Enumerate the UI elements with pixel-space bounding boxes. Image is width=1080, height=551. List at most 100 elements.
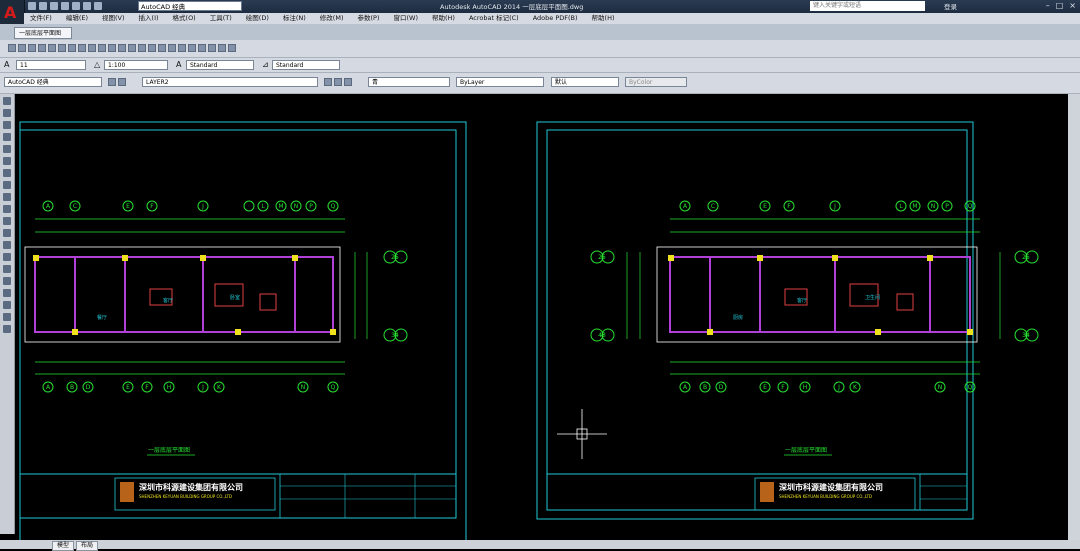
zoom-icon[interactable]	[138, 44, 146, 52]
plotstyle-combo[interactable]: ByColor	[625, 77, 687, 87]
menu-insert[interactable]: 插入(I)	[139, 13, 159, 24]
save-icon[interactable]	[50, 2, 58, 10]
workspace-dropdown[interactable]: AutoCAD 经典	[138, 1, 242, 11]
new-icon[interactable]	[28, 2, 36, 10]
left-sheet: A C E F J L M N P Q 客厅 餐厅 卧室 25 34 A B D…	[19, 121, 467, 543]
tab-drawing[interactable]: 一层底层平面图	[14, 27, 72, 39]
plan-outline	[24, 246, 341, 343]
new-icon[interactable]	[8, 44, 16, 52]
menu-help-2[interactable]: 帮助(H)	[592, 13, 615, 24]
paste-icon[interactable]	[88, 44, 96, 52]
region-icon[interactable]	[3, 289, 11, 297]
menu-draw[interactable]: 绘图(D)	[246, 13, 269, 24]
copy-icon[interactable]	[78, 44, 86, 52]
point-icon[interactable]	[3, 253, 11, 261]
tab-model[interactable]: 模型	[52, 541, 75, 551]
layer-state-icon[interactable]	[118, 78, 126, 86]
vertical-scrollbar[interactable]	[1068, 94, 1080, 540]
search-input[interactable]: 键入关键字或短语	[810, 1, 925, 11]
dim-style-combo[interactable]: Standard	[272, 60, 340, 70]
design-center-icon[interactable]	[178, 44, 186, 52]
layer-tool-icons	[108, 78, 126, 86]
menu-parametric[interactable]: 参数(P)	[357, 13, 379, 24]
open-icon[interactable]	[39, 2, 47, 10]
markup-icon[interactable]	[208, 44, 216, 52]
add-selected-icon[interactable]	[3, 325, 11, 333]
workspace-combo[interactable]: AutoCAD 经典	[4, 77, 102, 87]
menu-acrobat[interactable]: Acrobat 标记(C)	[469, 13, 519, 24]
text-style-combo[interactable]: Standard	[186, 60, 254, 70]
menu-tools[interactable]: 工具(T)	[210, 13, 232, 24]
left-room-labels: 客厅 餐厅 卧室	[97, 294, 240, 321]
menu-help[interactable]: 帮助(H)	[432, 13, 455, 24]
plot-icon[interactable]	[38, 44, 46, 52]
layer-combo[interactable]: LAYER2	[142, 77, 318, 87]
save-icon[interactable]	[28, 44, 36, 52]
ellipse-icon[interactable]	[3, 205, 11, 213]
insert-block-icon[interactable]	[3, 229, 11, 237]
spline-icon[interactable]	[3, 193, 11, 201]
undo-icon[interactable]	[83, 2, 91, 10]
cut-icon[interactable]	[68, 44, 76, 52]
menu-edit[interactable]: 编辑(E)	[66, 13, 88, 24]
gradient-icon[interactable]	[3, 277, 11, 285]
calculator-icon[interactable]	[218, 44, 226, 52]
tab-layout[interactable]: 布局	[76, 541, 99, 551]
revcloud-icon[interactable]	[3, 181, 11, 189]
tool-palette-icon[interactable]	[188, 44, 196, 52]
maximize-icon[interactable]: □	[1056, 1, 1064, 10]
print-icon[interactable]	[72, 2, 80, 10]
layer-previous-icon[interactable]	[334, 78, 342, 86]
layer-match-icon[interactable]	[344, 78, 352, 86]
zoom-window-icon[interactable]	[148, 44, 156, 52]
menu-file[interactable]: 文件(F)	[30, 13, 52, 24]
hatch-icon[interactable]	[3, 265, 11, 273]
redo-icon[interactable]	[118, 44, 126, 52]
xline-icon[interactable]	[3, 109, 11, 117]
menu-view[interactable]: 视图(V)	[102, 13, 125, 24]
rectangle-icon[interactable]	[3, 145, 11, 153]
pan-icon[interactable]	[128, 44, 136, 52]
line-icon[interactable]	[3, 97, 11, 105]
drawing-canvas[interactable]: A C E F J L M N P Q 客厅 餐厅 卧室 25 34 A B D…	[15, 94, 1068, 543]
redo-icon[interactable]	[94, 2, 102, 10]
login-button[interactable]: 登录	[944, 1, 957, 11]
make-current-icon[interactable]	[324, 78, 332, 86]
menu-dimension[interactable]: 标注(N)	[283, 13, 306, 24]
lineweight-combo[interactable]: 默认	[551, 77, 619, 87]
make-block-icon[interactable]	[3, 241, 11, 249]
menu-format[interactable]: 格式(O)	[173, 13, 196, 24]
color-combo[interactable]: 青	[368, 77, 450, 87]
circle-icon[interactable]	[3, 169, 11, 177]
zoom-previous-icon[interactable]	[158, 44, 166, 52]
undo-icon[interactable]	[108, 44, 116, 52]
properties-icon[interactable]	[168, 44, 176, 52]
publish-icon[interactable]	[58, 44, 66, 52]
match-icon[interactable]	[98, 44, 106, 52]
menu-window[interactable]: 窗口(W)	[393, 13, 418, 24]
saveas-icon[interactable]	[61, 2, 69, 10]
annotation-scale-combo[interactable]: 1:100	[104, 60, 168, 70]
menu-adobe-pdf[interactable]: Adobe PDF(B)	[533, 13, 578, 24]
axis-label: F	[787, 203, 791, 210]
menu-modify[interactable]: 修改(M)	[320, 13, 344, 24]
text-height-combo[interactable]: 11	[16, 60, 86, 70]
polyline-icon[interactable]	[3, 121, 11, 129]
ellipse-arc-icon[interactable]	[3, 217, 11, 225]
room-label: 卧室	[230, 294, 240, 301]
close-icon[interactable]: ×	[1069, 1, 1076, 10]
arc-icon[interactable]	[3, 157, 11, 165]
plan-title: 一层底层平面图	[148, 446, 190, 454]
layer-properties-icon[interactable]	[108, 78, 116, 86]
mtext-icon[interactable]	[3, 313, 11, 321]
application-menu-button[interactable]: A	[0, 0, 25, 24]
preview-icon[interactable]	[48, 44, 56, 52]
left-axis-bottom-labels: A B D E F H J K N Q	[46, 384, 336, 391]
polygon-icon[interactable]	[3, 133, 11, 141]
help-icon[interactable]	[228, 44, 236, 52]
table-icon[interactable]	[3, 301, 11, 309]
sheet-set-icon[interactable]	[198, 44, 206, 52]
open-icon[interactable]	[18, 44, 26, 52]
minimize-icon[interactable]: –	[1046, 1, 1050, 10]
linetype-combo[interactable]: ByLayer	[456, 77, 544, 87]
